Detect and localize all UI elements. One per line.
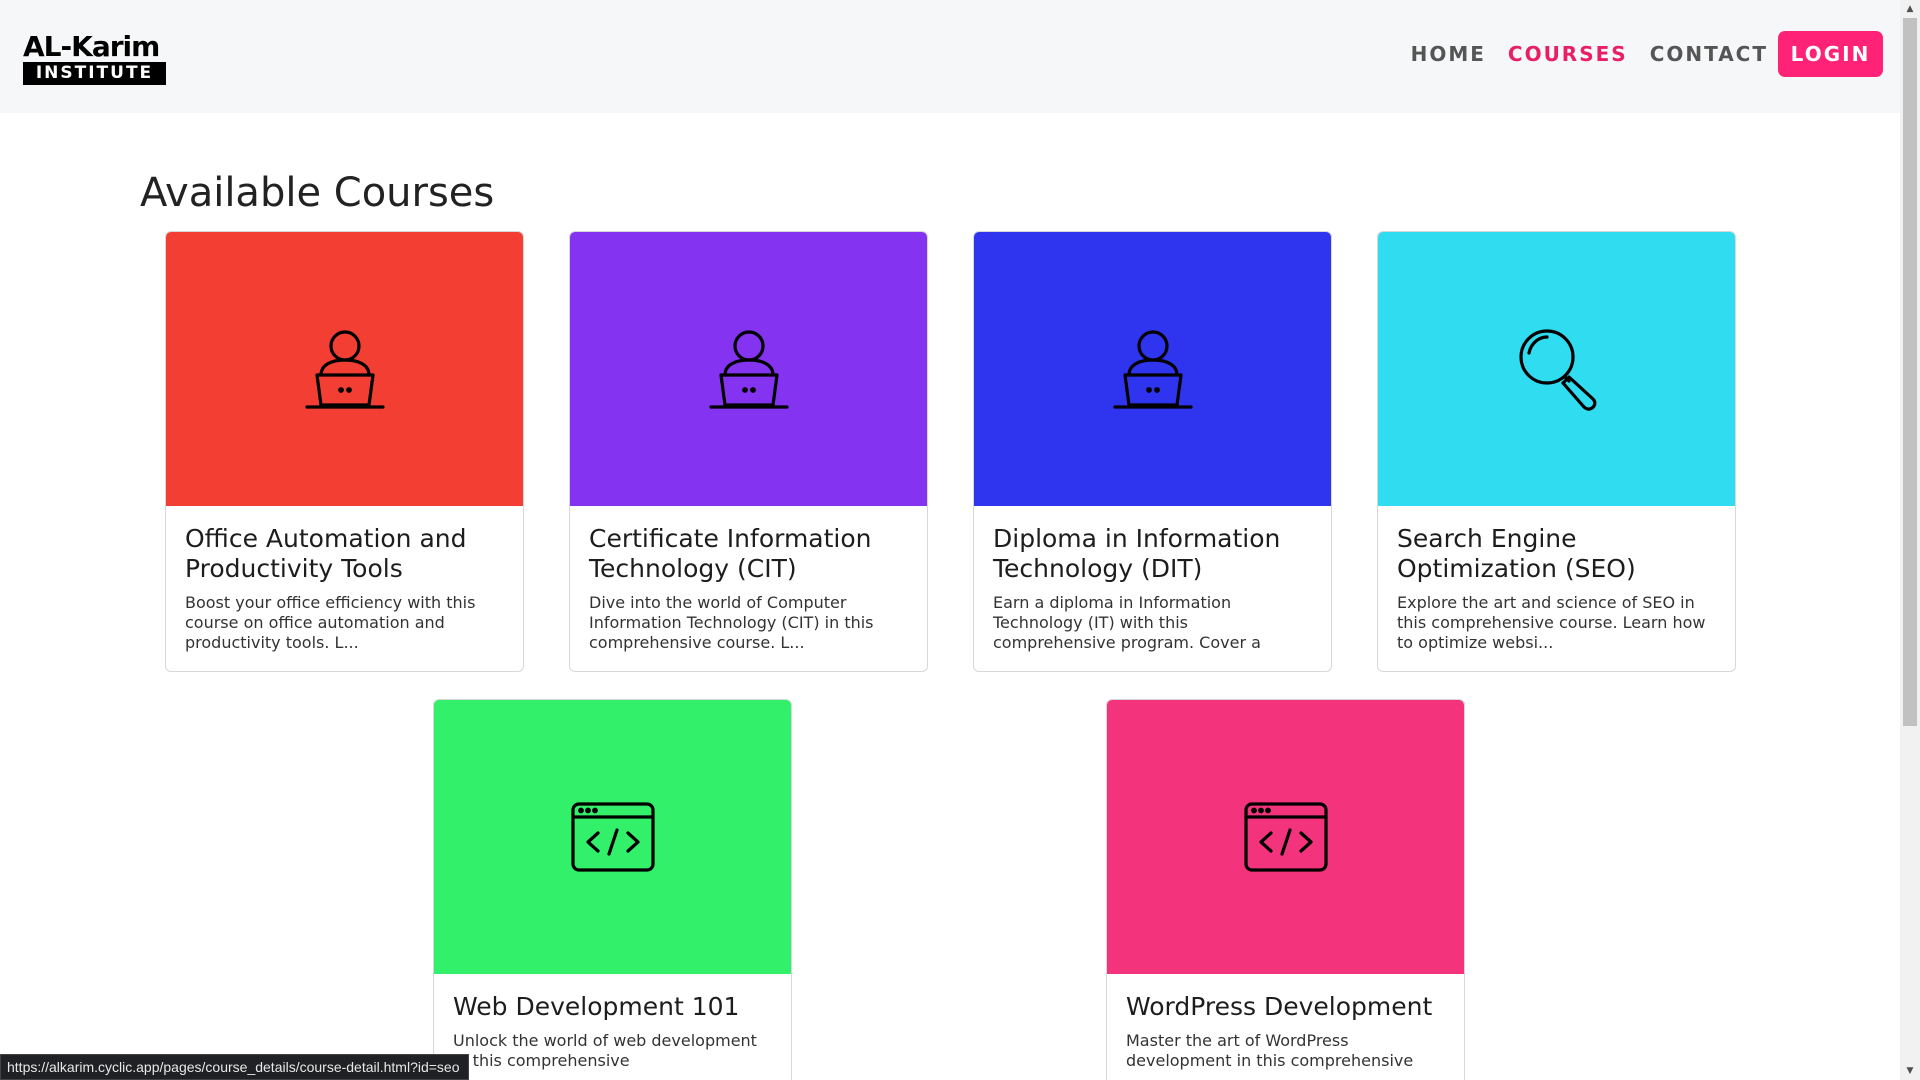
nav-courses-link[interactable]: COURSES [1508,42,1628,66]
course-description: Dive into the world of Computer Informat… [589,593,874,652]
code-window-icon [1243,801,1329,873]
course-card-image [434,700,791,974]
site-header: AL-Karim INSTITUTE HOME COURSES CONTACT … [0,0,1900,113]
course-title: Web Development 101 [453,992,740,1021]
course-title: WordPress Development [1126,992,1433,1021]
site-logo[interactable]: AL-Karim INSTITUTE [23,32,166,85]
course-card-body: WordPress Development Master the art of … [1107,974,1464,1080]
course-card[interactable]: WordPress Development Master the art of … [1106,699,1465,1080]
logo-text-top: AL-Karim [23,30,160,63]
main-nav: HOME COURSES CONTACT LOGIN [1411,31,1883,77]
course-card-body: Office Automation and Productivity Tools… [166,506,523,671]
course-description: Boost your office efficiency with this c… [185,593,476,652]
status-bar-url: https://alkarim.cyclic.app/pages/course_… [0,1054,469,1080]
scrollbar-thumb[interactable] [1903,18,1917,726]
code-window-icon [570,801,656,873]
logo-text-bottom: INSTITUTE [23,62,166,85]
vertical-scrollbar[interactable]: ▲ ▼ [1900,0,1920,1080]
person-laptop-icon [303,327,387,411]
course-description: Master the art of WordPress development … [1126,1031,1414,1070]
course-card-body: Certificate Information Technology (CIT)… [570,506,927,671]
course-card[interactable]: Certificate Information Technology (CIT)… [569,231,928,672]
course-card-body: Search Engine Optimization (SEO) Explore… [1378,506,1735,671]
course-title: Certificate Information Technology (CIT) [589,524,872,583]
course-description: Unlock the world of web development in t… [453,1031,757,1070]
course-title: Diploma in Information Technology (DIT) [993,524,1281,583]
course-card[interactable]: Office Automation and Productivity Tools… [165,231,524,672]
course-title: Office Automation and Productivity Tools [185,524,467,583]
person-laptop-icon [707,327,791,411]
login-button[interactable]: LOGIN [1778,31,1883,77]
page-title: Available Courses [140,170,495,216]
course-card[interactable]: Web Development 101 Unlock the world of … [433,699,792,1080]
scroll-up-arrow-icon[interactable]: ▲ [1900,0,1920,18]
course-card-body: Diploma in Information Technology (DIT) … [974,506,1331,671]
course-description: Explore the art and science of SEO in th… [1397,593,1706,652]
course-card-image [974,232,1331,506]
course-card[interactable]: Diploma in Information Technology (DIT) … [973,231,1332,672]
magnifier-icon [1515,327,1599,411]
nav-contact-link[interactable]: CONTACT [1650,42,1768,66]
course-card-body: Web Development 101 Unlock the world of … [434,974,791,1080]
course-description: Earn a diploma in Information Technology… [993,593,1261,652]
course-card-image [166,232,523,506]
scroll-down-arrow-icon[interactable]: ▼ [1900,1062,1920,1080]
course-card-image [1107,700,1464,974]
person-laptop-icon [1111,327,1195,411]
course-card-image [1378,232,1735,506]
course-title: Search Engine Optimization (SEO) [1397,524,1636,583]
course-card-image [570,232,927,506]
nav-home-link[interactable]: HOME [1411,42,1486,66]
course-card[interactable]: Search Engine Optimization (SEO) Explore… [1377,231,1736,672]
